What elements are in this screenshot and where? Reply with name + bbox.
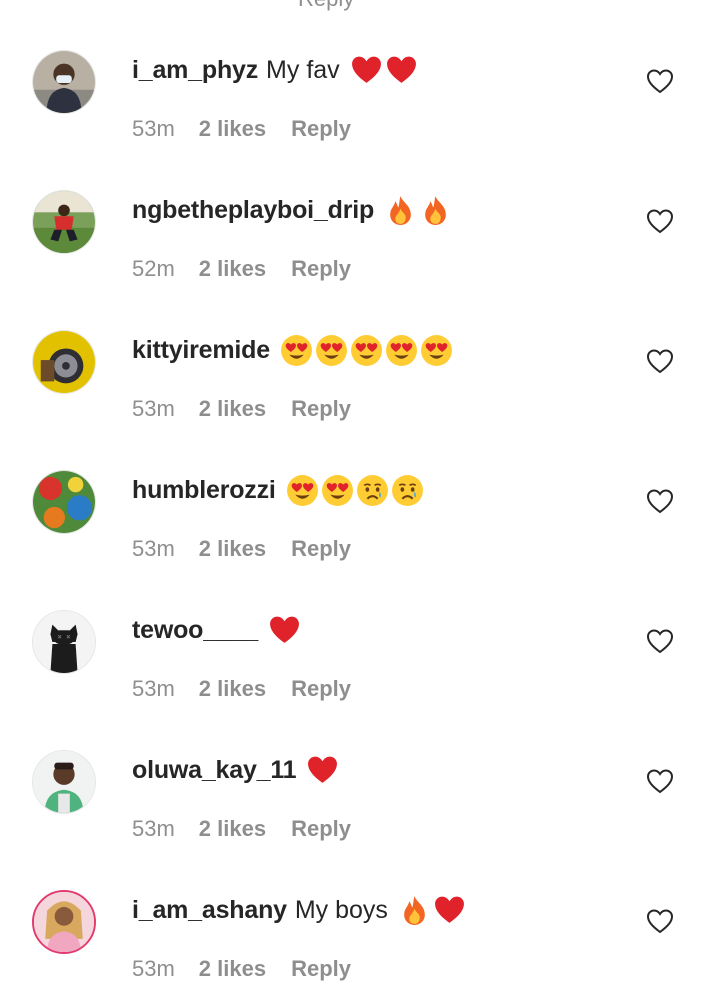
comment-text: My boys	[294, 895, 388, 924]
reply-button[interactable]: Reply	[291, 536, 351, 562]
comment-username[interactable]: ngbetheplayboi_drip	[132, 196, 374, 225]
comment-meta: 53m 2 likes Reply	[132, 816, 351, 842]
comment-likes[interactable]: 2 likes	[199, 116, 266, 142]
comment-meta: 53m 2 likes Reply	[132, 536, 351, 562]
reply-button[interactable]: Reply	[291, 676, 351, 702]
comment-time: 53m	[132, 956, 175, 981]
crying-face-icon	[356, 474, 389, 507]
heart-eyes-icon	[350, 334, 383, 367]
red-heart-icon	[385, 54, 418, 87]
fire-icon	[398, 894, 431, 927]
comment-time: 52m	[132, 256, 175, 281]
comment-username[interactable]: humblerozzi	[132, 476, 276, 505]
comment-emojis	[286, 474, 426, 507]
comment-likes[interactable]: 2 likes	[199, 536, 266, 562]
comment-emojis	[398, 894, 468, 927]
heart-eyes-icon	[286, 474, 319, 507]
red-heart-icon	[268, 614, 301, 647]
comment-time: 53m	[132, 676, 175, 701]
heart-eyes-icon	[420, 334, 453, 367]
red-heart-icon	[350, 54, 383, 87]
heart-outline-icon[interactable]	[645, 626, 675, 656]
reply-button[interactable]: Reply	[291, 396, 351, 422]
comment-row: oluwa_kay_11 53m 2 likes Reply	[0, 700, 720, 842]
red-heart-icon	[433, 894, 466, 927]
avatar[interactable]	[32, 470, 96, 534]
comment-row: i_am_phyz My fav 53m 2 likes Reply	[0, 0, 720, 142]
comment-username[interactable]: tewoo____	[132, 616, 258, 645]
comment-row: i_am_ashany My boys 53m 2 likes Reply	[0, 840, 720, 982]
comment-meta: 53m 2 likes Reply	[132, 956, 351, 982]
comment-username[interactable]: i_am_ashany	[132, 896, 287, 925]
avatar[interactable]	[32, 890, 96, 954]
comment-meta: 52m 2 likes Reply	[132, 256, 351, 282]
comment-likes[interactable]: 2 likes	[199, 676, 266, 702]
comment-username[interactable]: i_am_phyz	[132, 56, 258, 85]
heart-eyes-icon	[315, 334, 348, 367]
avatar[interactable]	[32, 750, 96, 814]
avatar[interactable]	[32, 330, 96, 394]
comment-likes[interactable]: 2 likes	[199, 816, 266, 842]
heart-outline-icon[interactable]	[645, 766, 675, 796]
heart-eyes-icon	[385, 334, 418, 367]
reply-button[interactable]: Reply	[291, 256, 351, 282]
heart-outline-icon[interactable]	[645, 486, 675, 516]
comment-meta: 53m 2 likes Reply	[132, 676, 351, 702]
red-heart-icon	[306, 754, 339, 787]
comment-time: 53m	[132, 396, 175, 421]
fire-icon	[384, 194, 417, 227]
comment-time: 53m	[132, 116, 175, 141]
comment-emojis	[268, 614, 303, 647]
heart-outline-icon[interactable]	[645, 66, 675, 96]
comment-row: kittyiremide 53m 2 likes Reply	[0, 280, 720, 422]
heart-outline-icon[interactable]	[645, 346, 675, 376]
crying-face-icon	[391, 474, 424, 507]
comment-likes[interactable]: 2 likes	[199, 956, 266, 982]
comment-text: My fav	[266, 55, 340, 84]
comment-emojis	[350, 54, 420, 87]
comment-emojis	[280, 334, 455, 367]
comment-likes[interactable]: 2 likes	[199, 256, 266, 282]
comment-emojis	[306, 754, 341, 787]
avatar[interactable]	[32, 50, 96, 114]
comment-row: tewoo____ 53m 2 likes Reply	[0, 560, 720, 702]
heart-outline-icon[interactable]	[645, 206, 675, 236]
comment-username[interactable]: oluwa_kay_11	[132, 756, 297, 785]
comment-meta: 53m 2 likes Reply	[132, 116, 351, 142]
reply-button[interactable]: Reply	[291, 956, 351, 982]
reply-button[interactable]: Reply	[291, 116, 351, 142]
avatar[interactable]	[32, 610, 96, 674]
comment-emojis	[384, 194, 454, 227]
comment-meta: 53m 2 likes Reply	[132, 396, 351, 422]
heart-eyes-icon	[280, 334, 313, 367]
reply-button[interactable]: Reply	[291, 816, 351, 842]
heart-outline-icon[interactable]	[645, 906, 675, 936]
comment-row: humblerozzi 53m 2 likes Reply	[0, 420, 720, 562]
comment-time: 53m	[132, 816, 175, 841]
comment-username[interactable]: kittyiremide	[132, 336, 270, 365]
avatar[interactable]	[32, 190, 96, 254]
fire-icon	[419, 194, 452, 227]
comment-row: ngbetheplayboi_drip 52m 2 likes Reply	[0, 140, 720, 282]
heart-eyes-icon	[321, 474, 354, 507]
comment-time: 53m	[132, 536, 175, 561]
comment-likes[interactable]: 2 likes	[199, 396, 266, 422]
